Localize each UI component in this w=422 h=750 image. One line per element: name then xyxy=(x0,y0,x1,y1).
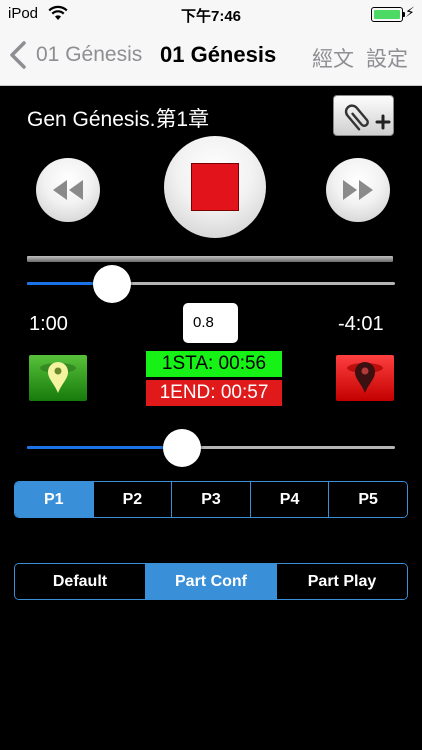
fast-forward-button[interactable] xyxy=(326,158,390,222)
mode-part-conf[interactable]: Part Conf xyxy=(145,564,276,599)
back-button[interactable]: 01 Génesis xyxy=(36,43,142,67)
mode-segmented-control: Default Part Conf Part Play xyxy=(14,563,408,600)
secondary-slider[interactable] xyxy=(27,427,395,467)
start-pin-icon xyxy=(40,362,76,393)
set-start-button[interactable] xyxy=(29,355,87,401)
remaining-time: -4:01 xyxy=(338,313,384,335)
scripture-button[interactable]: 經文 xyxy=(312,43,354,73)
slider-thumb[interactable] xyxy=(162,429,201,467)
set-end-button[interactable] xyxy=(336,355,394,401)
elapsed-time: 1:00 xyxy=(29,313,68,335)
battery-icon xyxy=(371,7,405,22)
rewind-icon xyxy=(53,180,83,200)
speed-field[interactable]: 0.8 xyxy=(183,303,238,343)
navigation-bar: 01 Génesis 01 Génesis 經文 設定 xyxy=(0,28,422,86)
segment-p4[interactable]: P4 xyxy=(249,482,329,517)
mode-default[interactable]: Default xyxy=(15,564,145,599)
progress-slider[interactable] xyxy=(27,264,395,304)
stop-button[interactable] xyxy=(164,136,266,238)
chapter-title: Gen Génesis.第1章 xyxy=(27,108,210,131)
end-pin-icon xyxy=(347,362,383,393)
slider-thumb[interactable] xyxy=(92,265,131,303)
segment-p2[interactable]: P2 xyxy=(92,482,172,517)
slider-fill xyxy=(27,446,182,449)
charging-icon: ⚡ xyxy=(405,4,415,20)
paperclip-plus-icon xyxy=(344,104,391,131)
mode-part-play[interactable]: Part Play xyxy=(276,564,407,599)
rewind-button[interactable] xyxy=(36,158,100,222)
parts-segmented-control: P1 P2 P3 P4 P5 xyxy=(14,481,408,518)
segment-p1[interactable]: P1 xyxy=(15,482,93,517)
start-time-label: 1STA: 00:56 xyxy=(146,351,282,377)
divider xyxy=(27,256,393,262)
page-title: 01 Génesis xyxy=(160,42,277,67)
settings-button[interactable]: 設定 xyxy=(366,43,408,73)
attach-button[interactable] xyxy=(333,95,394,136)
segment-p5[interactable]: P5 xyxy=(328,482,407,517)
back-chevron-icon[interactable] xyxy=(8,40,28,75)
status-bar: iPod 下午7:46 ⚡ xyxy=(0,0,422,28)
segment-p3[interactable]: P3 xyxy=(171,482,250,517)
end-time-label: 1END: 00:57 xyxy=(146,380,282,406)
stop-icon xyxy=(191,163,239,211)
fast-forward-icon xyxy=(343,180,373,200)
status-time: 下午7:46 xyxy=(180,8,242,25)
